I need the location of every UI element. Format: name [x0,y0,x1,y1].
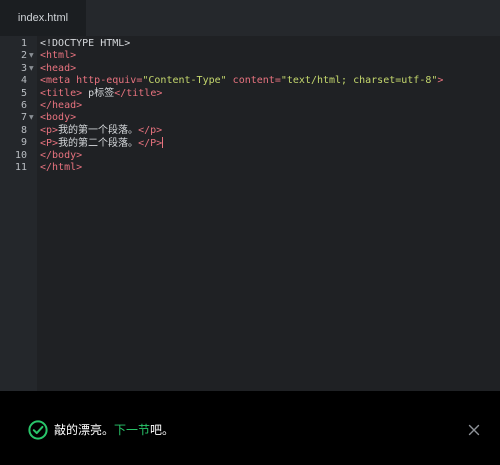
code-token: <P> [40,138,59,150]
code-line[interactable]: </body> [40,150,82,162]
next-section-link[interactable]: 下一节 [114,423,150,437]
feedback-text: 敲的漂亮。 [54,423,115,437]
code-line[interactable]: <P>我的第二个段落。</P> [40,137,164,150]
code-token: <!DOCTYPE HTML> [40,38,131,49]
code-line[interactable]: <!DOCTYPE HTML> [40,38,130,50]
code-token: 我的第一个段落。 [58,124,139,136]
line-number: 10 [14,149,27,161]
code-area[interactable]: <!DOCTYPE HTML> <html> <head> <meta http-eq… [37,36,500,391]
code-line[interactable]: <meta http-equiv="Content-Type" content=… [40,75,443,87]
code-token: > [437,75,444,87]
fold-arrow-icon[interactable]: ▼ [29,63,34,75]
tab-bar: index.html [0,0,500,36]
code-token: "text/html; charset=utf-8" [280,75,438,87]
close-icon[interactable] [468,424,480,436]
feedback-message: 敲的漂亮。下一节吧。 [54,421,174,439]
fold-arrow-icon[interactable]: ▼ [29,50,34,62]
line-number: 8 [20,124,27,136]
code-token: content= [226,75,281,87]
feedback-text-suffix: 吧。 [150,423,175,437]
fold-arrow-icon[interactable]: ▼ [29,112,34,124]
line-number: 3 [20,62,27,74]
text-cursor [162,137,164,149]
code-token: <p> [40,124,59,136]
code-token: <title> [40,87,83,99]
code-token: </body> [40,149,83,161]
line-number: 4 [20,75,27,87]
line-number: 9 [20,137,27,149]
code-token: <head> [40,62,77,74]
code-token: <html> [40,50,77,62]
code-token: </html> [40,162,83,173]
code-line[interactable]: </html> [40,162,82,174]
line-number: 7 [20,112,27,124]
code-line[interactable]: <head> [40,63,76,75]
line-number-gutter: 1 2 ▼ 3 ▼ 4 5 6 7 ▼ 8 9 10 11 [0,36,37,391]
line-number: 2 [20,50,27,62]
line-number: 1 [20,38,27,49]
code-line[interactable]: </head> [40,100,82,112]
feedback-bar: 敲的漂亮。下一节吧。 [0,391,500,465]
code-line[interactable]: <html> [40,50,76,62]
code-token: <body> [40,112,77,124]
code-token: "Content-Type" [142,75,227,87]
line-number: 6 [20,100,27,111]
code-line[interactable]: <p>我的第一个段落。</p> [40,125,162,137]
code-line[interactable]: <title> p标签</title> [40,88,162,100]
code-token: </p> [138,124,163,136]
code-token: http-equiv= [76,75,143,87]
code-line[interactable]: <body> [40,112,76,124]
code-token: p标签 [82,87,115,99]
line-number: 5 [20,87,27,99]
code-token: 我的第二个段落。 [58,138,139,150]
code-token: </head> [40,100,83,111]
editor-panel[interactable]: 1 2 ▼ 3 ▼ 4 5 6 7 ▼ 8 9 10 11 <!DOCTYPE HTML> <html> <h… [0,36,500,391]
code-token: <meta [40,75,77,87]
code-token: </title> [114,87,163,99]
check-circle-icon [28,420,48,440]
code-editor-app: index.html 1 2 ▼ 3 ▼ 4 5 6 7 ▼ 8 9 10 11 <!DOCTYPE HT… [0,0,500,465]
line-number: 11 [14,162,27,173]
tab-index-html[interactable]: index.html [0,0,86,36]
code-token: </P> [138,138,163,150]
